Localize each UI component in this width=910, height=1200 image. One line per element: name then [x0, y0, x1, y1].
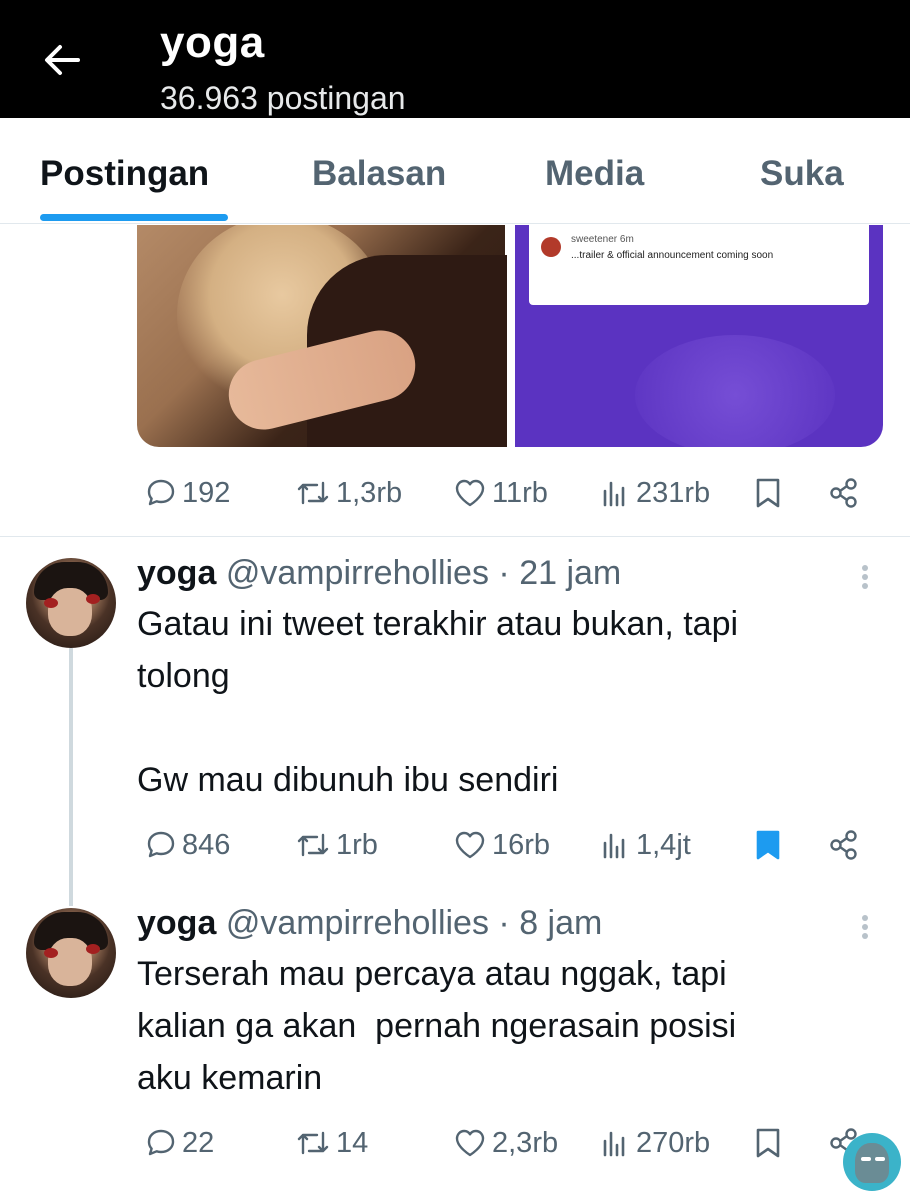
views-count: 231rb	[636, 476, 711, 509]
reply-count: 192	[182, 476, 231, 509]
promo-avatar	[541, 237, 561, 257]
profile-tabs: Postingan Balasan Media Suka	[0, 118, 910, 224]
tweet-header: yoga @vampirrehollies · 21 jam	[137, 554, 621, 593]
repost-count: 14	[336, 1126, 369, 1159]
tweet-time[interactable]: · 8 jam	[498, 904, 602, 942]
promo-card-text: ...trailer & official announcement comin…	[571, 250, 774, 261]
share-button[interactable]	[827, 468, 861, 518]
promo-pattern	[635, 335, 835, 447]
tweet-author-name[interactable]: yoga	[137, 904, 216, 942]
like-button[interactable]: 16rb	[453, 820, 550, 870]
avatar[interactable]	[26, 558, 116, 648]
like-button[interactable]: 2,3rb	[453, 1118, 558, 1168]
avatar-face	[48, 938, 92, 986]
reply-icon	[147, 1129, 175, 1156]
tweet-author-name[interactable]: yoga	[137, 554, 216, 592]
post-promo-image[interactable]: sweetener 6m ...trailer & official annou…	[515, 225, 883, 447]
like-count: 11rb	[492, 476, 548, 509]
repost-button[interactable]: 14	[295, 1118, 368, 1168]
repost-icon	[297, 1131, 329, 1155]
bookmark-icon	[756, 830, 780, 860]
tab-suka[interactable]: Suka	[760, 154, 844, 194]
badge-character	[855, 1143, 889, 1183]
views-icon	[603, 1131, 625, 1157]
divider	[0, 536, 910, 537]
profile-header: yoga 36.963 postingan	[0, 0, 910, 118]
back-arrow-icon[interactable]	[38, 36, 86, 84]
tweet-author-handle[interactable]: @vampirrehollies	[226, 904, 489, 942]
reply-button[interactable]: 846	[145, 820, 230, 870]
thread-line	[69, 648, 73, 906]
share-icon	[830, 830, 857, 860]
repost-button[interactable]: 1,3rb	[295, 468, 402, 518]
tab-media[interactable]: Media	[545, 154, 644, 194]
avatar-lipmark	[44, 598, 58, 608]
avatar-lipmark	[86, 944, 100, 954]
reply-icon	[147, 831, 175, 858]
like-button[interactable]: 11rb	[453, 468, 548, 518]
like-icon	[455, 831, 485, 859]
tab-postingan[interactable]: Postingan	[40, 154, 209, 194]
profile-name: yoga	[160, 18, 265, 67]
badge-eye	[875, 1157, 885, 1161]
avatar-lipmark	[86, 594, 100, 604]
repost-button[interactable]: 1rb	[295, 820, 378, 870]
action-bar: 846 1rb 16rb 1,4jt	[137, 820, 877, 870]
reply-count: 846	[182, 828, 231, 861]
action-bar: 192 1,3rb 11rb 231rb	[137, 468, 877, 518]
floating-avatar-icon[interactable]	[843, 1133, 901, 1191]
bookmark-button[interactable]	[753, 1118, 783, 1168]
views-icon	[603, 833, 625, 859]
promo-card: sweetener 6m ...trailer & official annou…	[529, 225, 869, 305]
action-bar: 22 14 2,3rb 270rb	[137, 1118, 877, 1168]
tweet-header: yoga @vampirrehollies · 8 jam	[137, 904, 602, 943]
repost-count: 1,3rb	[336, 476, 403, 509]
views-icon	[603, 481, 625, 507]
repost-icon	[297, 833, 329, 857]
reply-button[interactable]: 22	[145, 1118, 214, 1168]
views-count: 270rb	[636, 1126, 711, 1159]
post-photo[interactable]	[137, 225, 507, 447]
repost-count: 1rb	[336, 828, 378, 861]
share-button[interactable]	[827, 820, 861, 870]
views-button[interactable]: 1,4jt	[599, 820, 691, 870]
tweet-text: Gatau ini tweet terakhir atau bukan, tap…	[137, 605, 739, 799]
avatar-face	[48, 588, 92, 636]
tweet-author-handle[interactable]: @vampirrehollies	[226, 554, 489, 592]
tweet-time[interactable]: · 21 jam	[498, 554, 621, 592]
reply-icon	[147, 479, 175, 506]
like-count: 2,3rb	[492, 1126, 559, 1159]
like-count: 16rb	[492, 828, 551, 861]
more-icon[interactable]	[858, 562, 872, 592]
promo-card-age: 6m	[619, 234, 634, 245]
avatar-lipmark	[44, 948, 58, 958]
post-media[interactable]: sweetener 6m ...trailer & official annou…	[137, 225, 883, 447]
views-button[interactable]: 231rb	[599, 468, 710, 518]
reply-count: 22	[182, 1126, 215, 1159]
more-icon[interactable]	[858, 912, 872, 942]
share-icon	[830, 478, 857, 508]
tweet-text: Terserah mau percaya atau nggak, tapi ka…	[137, 955, 737, 1097]
bookmark-button[interactable]	[753, 468, 783, 518]
views-count: 1,4jt	[636, 828, 691, 861]
promo-card-meta: sweetener 6m	[571, 234, 634, 245]
promo-card-name: sweetener	[571, 234, 618, 245]
like-icon	[455, 1129, 485, 1157]
repost-icon	[297, 481, 329, 505]
reply-button[interactable]: 192	[145, 468, 230, 518]
avatar[interactable]	[26, 908, 116, 998]
active-tab-indicator	[40, 214, 228, 221]
like-icon	[455, 479, 485, 507]
views-button[interactable]: 270rb	[599, 1118, 710, 1168]
bookmark-icon	[756, 478, 780, 508]
bookmark-button[interactable]	[753, 820, 783, 870]
post-count: 36.963 postingan	[160, 80, 406, 116]
bookmark-icon	[756, 1128, 780, 1158]
badge-eye	[861, 1157, 871, 1161]
tab-balasan[interactable]: Balasan	[312, 154, 446, 194]
